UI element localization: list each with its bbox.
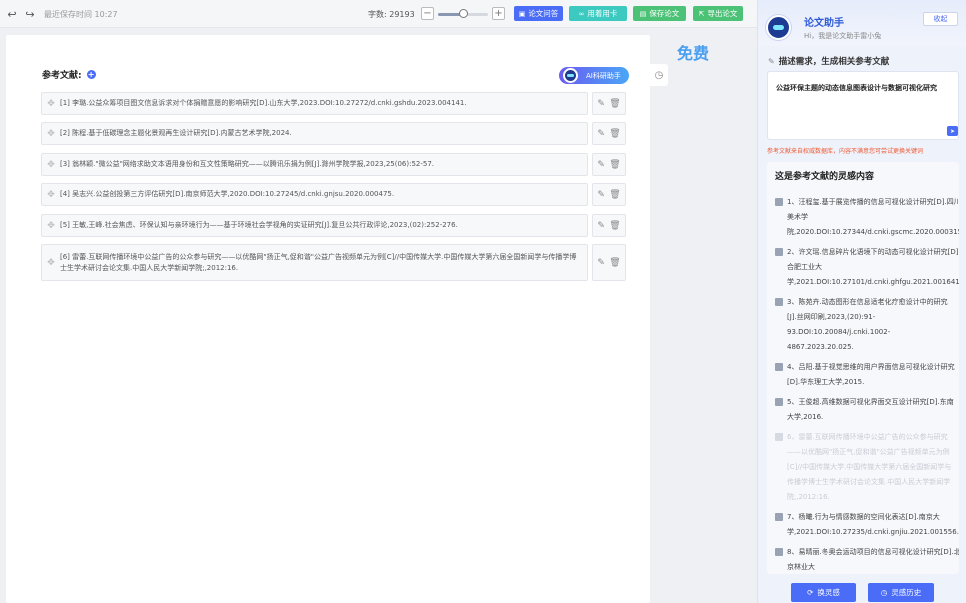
ai-assistant-button[interactable]: AI科研助手 (559, 67, 629, 84)
qa-icon: ▣ (518, 9, 526, 18)
inspiration-item[interactable]: 8、易晴丽.冬奥会运动项目的信息可视化设计研究[D].北京林业大学,2019.D… (775, 545, 959, 574)
collapse-button[interactable]: 收起 (923, 12, 958, 26)
inspiration-item[interactable]: 3、陈苑卉.动态图形在信息适老化疗愈设计中的研究[J].丝网印刷,2023,(2… (775, 295, 955, 355)
delete-icon[interactable]: 🗑 (609, 190, 620, 200)
undo-icon[interactable]: ↩ (4, 6, 20, 22)
use-card-button[interactable]: ∞ 用着用卡 (569, 6, 627, 21)
assistant-panel: 论文助手 Hi，我是论文助手雷小兔 收起 ✎ 描述需求，生成相关参考文献 公益环… (757, 0, 966, 603)
checkbox-icon[interactable] (775, 433, 783, 441)
save-paper-button[interactable]: ▤ 保存论文 (633, 6, 686, 21)
requirement-input[interactable]: 公益环保主题的动态信息图表设计与数据可视化研究 ➤ (767, 71, 959, 140)
edit-icon[interactable]: ✎ (597, 160, 605, 170)
add-reference-icon[interactable]: + (86, 70, 96, 79)
drag-handle-icon[interactable]: ✥ (42, 160, 60, 170)
inspiration-item[interactable]: 4、吕阳.基于视觉思维的用户界面信息可视化设计研究[D].华东理工大学,2015… (775, 360, 955, 390)
word-count: 字数: 29193 (368, 10, 415, 19)
save-icon: ▤ (639, 9, 647, 18)
inspiration-item[interactable]: 5、王俊超.高维数据可视化界面交互设计研究[D].东南大学,2016. (775, 395, 955, 425)
edit-icon[interactable]: ✎ (597, 99, 605, 109)
reference-row[interactable]: ✥ [4] 吴志兴.公益创投第三方评估研究[D].南京师范大学,2020.DOI… (41, 183, 588, 206)
inspiration-list: 1、汪程玺.基于展览传播的信息可视化设计研究[D].四川美术学院,2020.DO… (775, 195, 959, 574)
reference-row[interactable]: ✥ [2] 陈程.基于低碳理念主题化景观再生设计研究[D].内蒙古艺术学院,20… (41, 122, 588, 145)
drag-handle-icon[interactable]: ✥ (42, 221, 60, 231)
inspiration-item[interactable]: 2、许文瑶.信息碎片化语境下的动态可视化设计研究[D].合肥工业大学,2021.… (775, 245, 959, 290)
description-label: ✎ 描述需求，生成相关参考文献 (768, 56, 890, 68)
delete-icon[interactable]: 🗑 (609, 160, 620, 170)
drag-handle-icon[interactable]: ✥ (42, 99, 60, 109)
last-save-time: 最近保存时间 10:27 (44, 10, 118, 19)
redo-icon[interactable]: ↪ (22, 6, 38, 22)
inspiration-item-used[interactable]: 6、雷蕾.互联网传播环境中公益广告的公众参与研究——以优酷网"扬正气,促和谐"公… (775, 430, 955, 505)
edit-icon[interactable]: ✎ (597, 221, 605, 231)
delete-icon[interactable]: 🗑 (609, 258, 620, 268)
inspiration-item[interactable]: 1、汪程玺.基于展览传播的信息可视化设计研究[D].四川美术学院,2020.DO… (775, 195, 959, 240)
inspiration-item[interactable]: 7、杨曦.行为与情感数据的空间化表达[D].南京大学,2021.DOI:10.2… (775, 510, 959, 540)
inspiration-list-box: 这是参考文献的灵感内容 1、汪程玺.基于展览传播的信息可视化设计研究[D].四川… (767, 162, 959, 574)
swap-inspiration-button[interactable]: ⟳ 换灵感 (791, 583, 856, 602)
pen-icon: ✎ (768, 56, 775, 66)
edit-icon[interactable]: ✎ (597, 129, 605, 139)
zoom-out-button[interactable]: − (421, 7, 434, 20)
delete-icon[interactable]: 🗑 (609, 99, 620, 109)
reference-row[interactable]: ✥ [3] 翁林颖."微公益"网络求助文本语用身份和互文性策略研究——以腾讯乐捐… (41, 153, 588, 176)
reference-actions: ✎ 🗑 (592, 153, 626, 176)
drag-handle-icon[interactable]: ✥ (42, 190, 60, 200)
reference-actions: ✎ 🗑 (592, 92, 626, 115)
reference-actions: ✎ 🗑 (592, 244, 626, 281)
infinity-icon: ∞ (578, 9, 585, 18)
reference-row[interactable]: ✥ [1] 李璐.公益众筹项目图文信息诉求对个体捐赠意愿的影响研究[D].山东大… (41, 92, 588, 115)
free-label: 免费 (677, 44, 710, 63)
checkbox-icon[interactable] (775, 298, 783, 306)
zoom-slider[interactable] (438, 9, 488, 18)
robot-avatar-icon (766, 15, 791, 40)
top-toolbar: ↩ ↪ 最近保存时间 10:27 字数: 29193 − + ▣ 论文问答 ∞ … (0, 0, 757, 28)
robot-icon (563, 68, 578, 83)
checkbox-icon[interactable] (775, 248, 783, 256)
edit-icon[interactable]: ✎ (597, 258, 605, 268)
checkbox-icon[interactable] (775, 363, 783, 371)
paper-qa-button[interactable]: ▣ 论文问答 (514, 6, 563, 21)
inspiration-history-button[interactable]: ◷ 灵感历史 (868, 583, 934, 602)
drag-handle-icon[interactable]: ✥ (42, 258, 60, 268)
checkbox-icon[interactable] (775, 198, 783, 206)
history-icon[interactable]: ◷ (650, 64, 668, 86)
checkbox-icon[interactable] (775, 398, 783, 406)
refresh-icon: ⟳ (807, 588, 814, 597)
document-page: 参考文献: + AI科研助手 ✥ [1] 李璐.公益众筹项目图文信息诉求对个体捐… (6, 35, 650, 603)
zoom-in-button[interactable]: + (492, 7, 505, 20)
drag-handle-icon[interactable]: ✥ (42, 129, 60, 139)
reference-actions: ✎ 🗑 (592, 214, 626, 237)
send-icon[interactable]: ➤ (947, 126, 958, 136)
reference-row[interactable]: ✥ [5] 王敏,王峰.社会焦虑、环保认知与亲环境行为——基于环境社会学视角的实… (41, 214, 588, 237)
inspiration-title: 这是参考文献的灵感内容 (775, 172, 875, 182)
export-icon: ⇱ (698, 9, 705, 18)
reference-row[interactable]: ✥ [6] 雷蕾.互联网传播环境中公益广告的公众参与研究——以优酷网"扬正气,促… (41, 244, 588, 281)
checkbox-icon[interactable] (775, 513, 783, 521)
requirement-text: 公益环保主题的动态信息图表设计与数据可视化研究 (776, 84, 937, 92)
references-heading: 参考文献: + (42, 69, 96, 81)
panel-header: 论文助手 Hi，我是论文助手雷小兔 收起 (758, 0, 966, 46)
edit-icon[interactable]: ✎ (597, 190, 605, 200)
export-paper-button[interactable]: ⇱ 导出论文 (693, 6, 743, 21)
source-warning: 参考文献来自权威数据库，内容不满意您可尝试更换关键词 (767, 148, 924, 155)
delete-icon[interactable]: 🗑 (609, 129, 620, 139)
reference-actions: ✎ 🗑 (592, 183, 626, 206)
clock-icon: ◷ (880, 588, 888, 597)
delete-icon[interactable]: 🗑 (609, 221, 620, 231)
panel-title: 论文助手 (804, 18, 844, 29)
zoom-slider-handle[interactable] (458, 9, 468, 18)
reference-actions: ✎ 🗑 (592, 122, 626, 145)
panel-subtitle: Hi，我是论文助手雷小兔 (804, 32, 882, 40)
checkbox-icon[interactable] (775, 548, 783, 556)
